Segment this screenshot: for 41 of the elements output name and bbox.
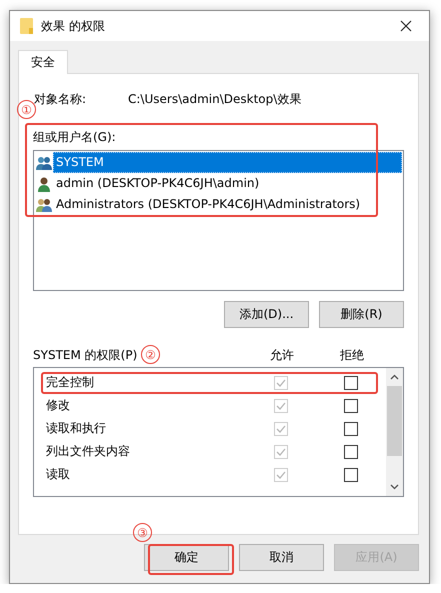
close-icon (400, 20, 412, 32)
checkbox[interactable] (344, 376, 358, 390)
column-header: 允许 (269, 346, 295, 364)
permission-name: 读取和执行 (46, 420, 107, 437)
check-icon (276, 378, 286, 388)
ok-button[interactable]: 确定 (144, 544, 229, 571)
window-title: 效果 的权限 (41, 18, 106, 34)
column-header: 拒绝 (339, 346, 365, 364)
check-icon (276, 446, 286, 456)
group-list-label: 组或用户名(G): (33, 129, 117, 146)
permission-name: 完全控制 (46, 374, 95, 391)
folder-icon (20, 18, 33, 34)
permissions-label: SYSTEM 的权限(P) (33, 346, 138, 364)
users-icon (35, 154, 53, 170)
permission-name: 修改 (46, 397, 71, 414)
user-list-item[interactable]: admin (DESKTOP-PK4C6JH\admin) (53, 173, 262, 194)
check-icon (276, 470, 286, 480)
add-button[interactable]: 添加(D)... (224, 301, 309, 328)
user-list-item[interactable]: SYSTEM (53, 152, 402, 173)
permission-name: 列出文件夹内容 (46, 443, 131, 460)
cancel-button[interactable]: 取消 (239, 544, 324, 571)
scroll-down-icon[interactable] (390, 484, 399, 490)
object-path: C:\Users\admin\Desktop\效果 (128, 90, 302, 108)
check-icon (276, 400, 286, 410)
users-icon (35, 196, 53, 212)
remove-button[interactable]: 删除(R) (319, 301, 404, 328)
user-icon (35, 176, 53, 192)
scrollbar[interactable] (386, 368, 403, 496)
checkbox[interactable] (344, 444, 358, 458)
check-icon (276, 424, 286, 434)
scroll-up-icon[interactable] (390, 374, 399, 380)
permission-name: 读取 (46, 466, 71, 483)
annotation-number: ① (17, 100, 36, 119)
tab[interactable]: 安全 (18, 50, 68, 74)
checkbox[interactable] (344, 468, 358, 482)
object-name-label: 对象名称: (34, 90, 88, 108)
annotation-number: ② (141, 345, 160, 364)
checkbox[interactable] (344, 398, 358, 412)
checkbox[interactable] (344, 422, 358, 436)
user-list-item[interactable]: Administrators (DESKTOP-PK4C6JH\Administrators) (53, 194, 364, 215)
annotation-number: ③ (133, 523, 152, 542)
